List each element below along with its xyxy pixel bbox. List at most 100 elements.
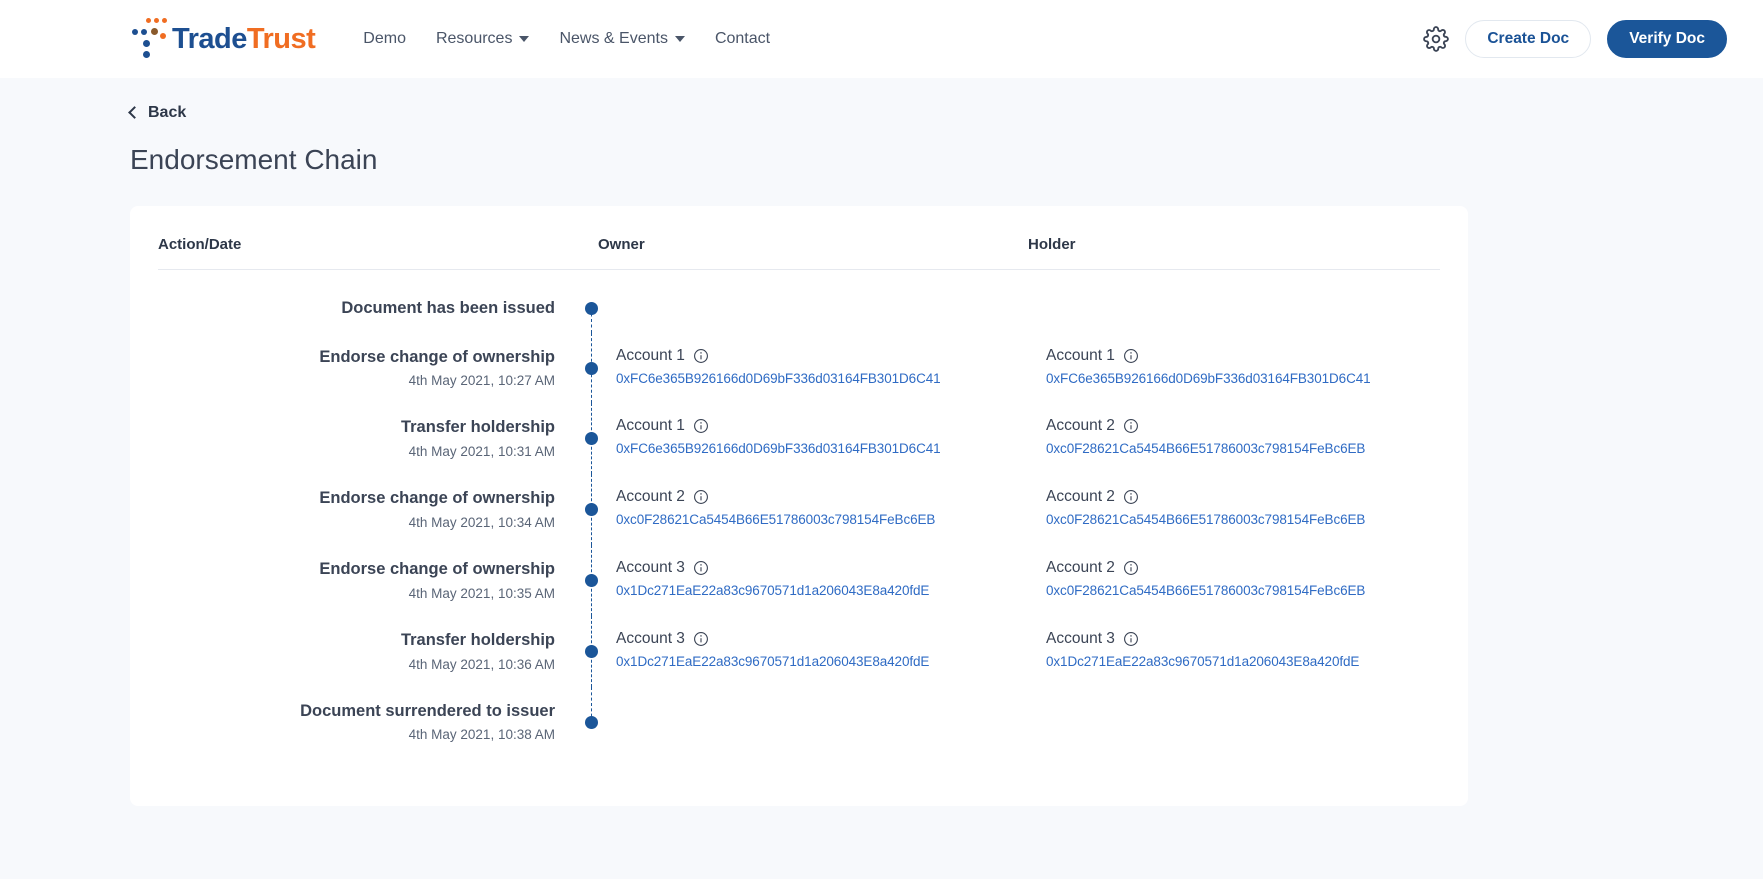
owner-cell-empty	[616, 701, 1028, 702]
holder-account-name: Account 3	[1046, 629, 1115, 647]
back-button[interactable]: Back	[128, 104, 186, 122]
info-circle-icon[interactable]	[693, 418, 709, 434]
info-circle-icon[interactable]	[693, 489, 709, 505]
tradetrust-dots-logo	[130, 16, 172, 62]
owner-account: Account 3	[616, 559, 1028, 577]
holder-account: Account 2	[1046, 417, 1440, 435]
action-timestamp: 4th May 2021, 10:31 AM	[408, 444, 555, 460]
holder-cell: Account 2 0xc0F28621Ca5454B66E51786003c79…	[1028, 403, 1440, 470]
owner-cell: Account 1 0xFC6e365B926166d0D69bF336d0316…	[598, 333, 1028, 400]
info-circle-icon[interactable]	[693, 348, 709, 364]
column-header-action-date: Action/Date	[158, 236, 242, 253]
holder-account: Account 2	[1046, 488, 1440, 506]
owner-cell	[598, 284, 1028, 313]
holder-account: Account 3	[1046, 630, 1440, 648]
info-circle-icon[interactable]	[1123, 418, 1139, 434]
timeline-rail	[585, 686, 598, 758]
holder-cell: Account 1 0xFC6e365B926166d0D69bF336d0316…	[1028, 333, 1440, 400]
holder-account-name: Account 2	[1046, 559, 1115, 577]
timeline-dot	[585, 644, 598, 658]
owner-account: Account 1	[616, 417, 1028, 435]
page-title: Endorsement Chain	[130, 144, 378, 175]
holder-address[interactable]: 0xc0F28621Ca5454B66E51786003c798154FeBc6…	[1046, 583, 1440, 598]
owner-account-name: Account 3	[616, 559, 685, 577]
action-label: Document surrendered to issuer	[300, 701, 555, 720]
owner-cell: Account 3 0x1Dc271EaE22a83c9670571d1a2060…	[598, 616, 1028, 683]
owner-cell: Account 2 0xc0F28621Ca5454B66E51786003c79…	[598, 474, 1028, 541]
tradetrust-logo[interactable]: TradeTrust	[130, 16, 316, 62]
timeline-rail	[585, 332, 598, 404]
holder-account-name: Account 2	[1046, 488, 1115, 506]
timeline-rail	[585, 474, 598, 546]
owner-address[interactable]: 0xFC6e365B926166d0D69bF336d03164FB301D6C…	[616, 371, 1028, 386]
action-label: Endorse change of ownership	[319, 560, 555, 579]
timeline-dot	[585, 503, 598, 517]
create-doc-button[interactable]: Create Doc	[1465, 20, 1592, 58]
owner-account-name: Account 1	[616, 346, 685, 364]
owner-account: Account 3	[616, 630, 1028, 648]
table-row: Transfer holdership 4th May 2021, 10:36 A…	[158, 615, 1440, 687]
timeline-rail	[585, 403, 598, 475]
holder-address[interactable]: 0xc0F28621Ca5454B66E51786003c798154FeBc6…	[1046, 441, 1440, 456]
action-date-cell: Transfer holdership 4th May 2021, 10:31 A…	[158, 403, 585, 474]
table-row: Endorse change of ownership 4th May 2021,…	[158, 474, 1440, 546]
owner-address[interactable]: 0x1Dc271EaE22a83c9670571d1a206043E8a420f…	[616, 654, 1028, 669]
info-circle-icon[interactable]	[693, 560, 709, 576]
holder-address[interactable]: 0xc0F28621Ca5454B66E51786003c798154FeBc6…	[1046, 512, 1440, 527]
info-circle-icon[interactable]	[1123, 348, 1139, 364]
holder-account: Account 2	[1046, 559, 1440, 577]
action-label: Endorse change of ownership	[319, 489, 555, 508]
owner-cell: Account 3 0x1Dc271EaE22a83c9670571d1a2060…	[598, 545, 1028, 612]
nav-item-demo[interactable]: Demo	[363, 30, 406, 48]
verify-doc-button[interactable]: Verify Doc	[1607, 20, 1727, 58]
action-timestamp: 4th May 2021, 10:34 AM	[408, 514, 555, 530]
holder-cell	[1028, 687, 1440, 716]
timeline-rail	[585, 545, 598, 616]
owner-account-name: Account 1	[616, 417, 685, 435]
owner-cell-empty	[616, 298, 1028, 299]
action-date-cell: Document surrendered to issuer 4th May 20…	[158, 687, 585, 758]
gear-icon[interactable]	[1423, 26, 1450, 52]
info-circle-icon[interactable]	[1123, 560, 1139, 576]
owner-account-name: Account 2	[616, 488, 685, 506]
nav-item-demo-label: Demo	[363, 30, 406, 47]
action-label: Endorse change of ownership	[319, 347, 555, 366]
holder-cell: Account 2 0xc0F28621Ca5454B66E51786003c79…	[1028, 545, 1440, 612]
holder-address[interactable]: 0xFC6e365B926166d0D69bF336d03164FB301D6C…	[1046, 371, 1440, 386]
info-circle-icon[interactable]	[1123, 489, 1139, 505]
owner-address[interactable]: 0x1Dc271EaE22a83c9670571d1a206043E8a420f…	[616, 583, 1028, 598]
action-date-cell: Endorse change of ownership 4th May 2021,…	[158, 545, 585, 616]
table-row: Transfer holdership 4th May 2021, 10:31 A…	[158, 403, 1440, 475]
owner-address[interactable]: 0xFC6e365B926166d0D69bF336d03164FB301D6C…	[616, 441, 1028, 456]
timeline-dot	[585, 573, 598, 587]
timeline-dot	[585, 715, 598, 729]
nav-item-news-events[interactable]: News & Events	[559, 30, 685, 48]
table-row: Endorse change of ownership 4th May 2021,…	[158, 332, 1440, 404]
info-circle-icon[interactable]	[1123, 631, 1139, 647]
nav-actions: Create Doc Verify Doc	[1423, 20, 1727, 58]
holder-cell-empty	[1046, 701, 1440, 702]
holder-address[interactable]: 0x1Dc271EaE22a83c9670571d1a206043E8a420f…	[1046, 654, 1440, 669]
action-date-cell: Endorse change of ownership 4th May 2021,…	[158, 474, 585, 545]
owner-cell: Account 1 0xFC6e365B926166d0D69bF336d0316…	[598, 403, 1028, 470]
holder-account-name: Account 1	[1046, 346, 1115, 364]
nav-item-resources[interactable]: Resources	[436, 30, 530, 48]
holder-account-name: Account 2	[1046, 417, 1115, 435]
page-content: Back Endorsement Chain Action/Date Owner…	[0, 78, 1763, 806]
chevron-down-icon	[519, 36, 530, 42]
action-timestamp: 4th May 2021, 10:27 AM	[408, 373, 555, 389]
owner-address[interactable]: 0xc0F28621Ca5454B66E51786003c798154FeBc6…	[616, 512, 1028, 527]
info-circle-icon[interactable]	[693, 631, 709, 647]
holder-cell: Account 2 0xc0F28621Ca5454B66E51786003c79…	[1028, 474, 1440, 541]
owner-account-name: Account 3	[616, 629, 685, 647]
action-date-cell: Endorse change of ownership 4th May 2021,…	[158, 333, 585, 404]
table-row: Document surrendered to issuer 4th May 20…	[158, 686, 1440, 758]
timeline-dot	[585, 301, 598, 315]
logo-wordmark: TradeTrust	[172, 24, 316, 54]
owner-cell	[598, 687, 1028, 716]
timeline-dot	[585, 361, 598, 375]
action-date-cell: Document has been issued	[158, 284, 585, 333]
nav-item-contact[interactable]: Contact	[715, 30, 770, 48]
table-header-row: Action/Date Owner Holder	[158, 236, 1440, 270]
action-timestamp: 4th May 2021, 10:35 AM	[408, 585, 555, 601]
